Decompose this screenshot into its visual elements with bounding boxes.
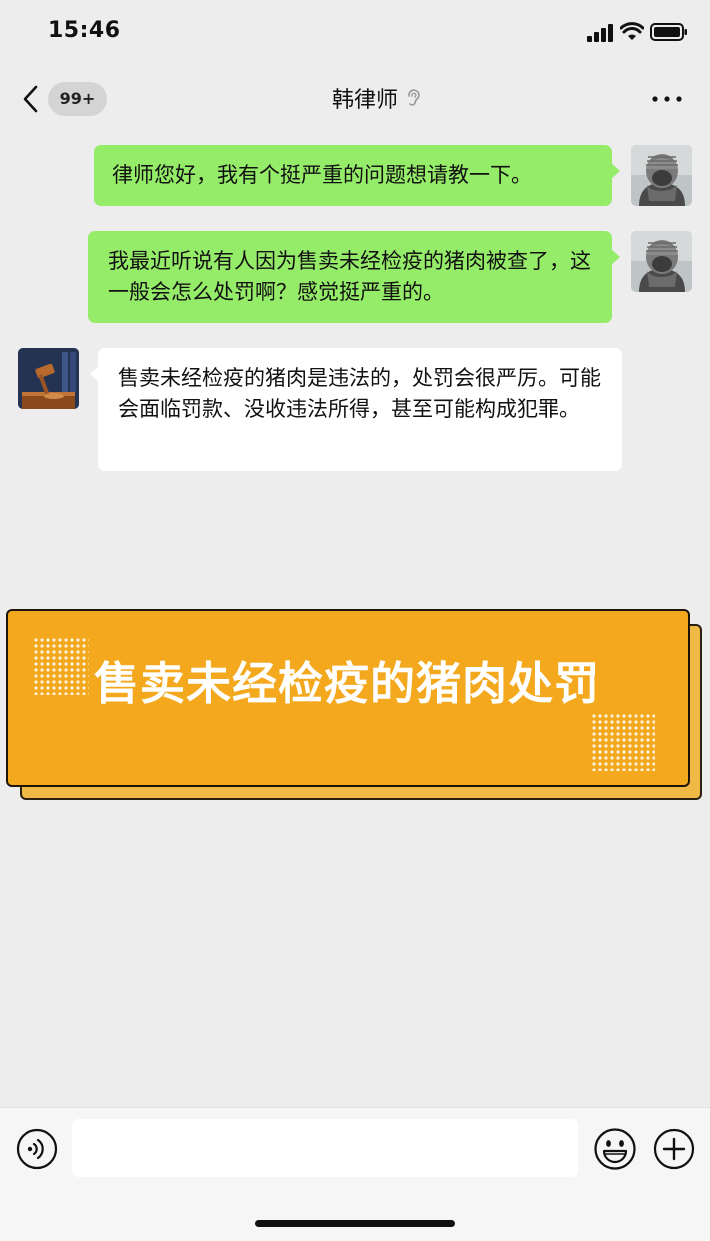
wifi-icon [620, 22, 644, 40]
chat-header: 99+ 韩律师 [0, 70, 710, 130]
message-bubble-sent[interactable]: 律师您好，我有个挺严重的问题想请教一下。 [94, 145, 620, 206]
topic-banner: 售卖未经检疫的猪肉处罚 [6, 609, 690, 787]
message-bubble-received[interactable]: 售卖未经检疫的猪肉是违法的，处罚会很严厉。可能会面临罚款、没收违法所得，甚至可能… [90, 348, 622, 471]
user-avatar[interactable] [631, 231, 692, 292]
more-icon[interactable] [650, 86, 684, 112]
message-input[interactable] [72, 1119, 578, 1177]
user-avatar[interactable] [631, 145, 692, 206]
message-text: 我最近听说有人因为售卖未经检疫的猪肉被查了，这一般会怎么处罚啊？感觉挺严重的。 [108, 249, 591, 304]
dot-pattern-decoration [591, 713, 655, 771]
message-bubble-sent[interactable]: 我最近听说有人因为售卖未经检疫的猪肉被查了，这一般会怎么处罚啊？感觉挺严重的。 [88, 231, 620, 323]
banner-title: 售卖未经检疫的猪肉处罚 [94, 657, 601, 710]
user-avatar-image [631, 231, 692, 292]
home-indicator [255, 1220, 455, 1227]
signal-icon [587, 24, 613, 42]
status-bar: 15:46 [0, 0, 710, 66]
ear-icon [408, 89, 420, 106]
voice-icon[interactable] [16, 1128, 58, 1170]
user-avatar-image [631, 145, 692, 206]
chat-title: 韩律师 [331, 88, 398, 113]
chat-title-wrap: 韩律师 [0, 82, 710, 114]
lawyer-avatar-image [18, 348, 79, 409]
plus-icon[interactable] [653, 1127, 695, 1171]
status-time: 15:46 [48, 18, 121, 43]
emoji-icon[interactable] [593, 1127, 637, 1171]
lawyer-avatar[interactable] [18, 348, 79, 409]
message-text: 售卖未经检疫的猪肉是违法的，处罚会很严厉。可能会面临罚款、没收违法所得，甚至可能… [118, 366, 601, 421]
dot-pattern-decoration [33, 637, 89, 695]
message-text: 律师您好，我有个挺严重的问题想请教一下。 [112, 163, 532, 187]
battery-icon [650, 23, 687, 41]
